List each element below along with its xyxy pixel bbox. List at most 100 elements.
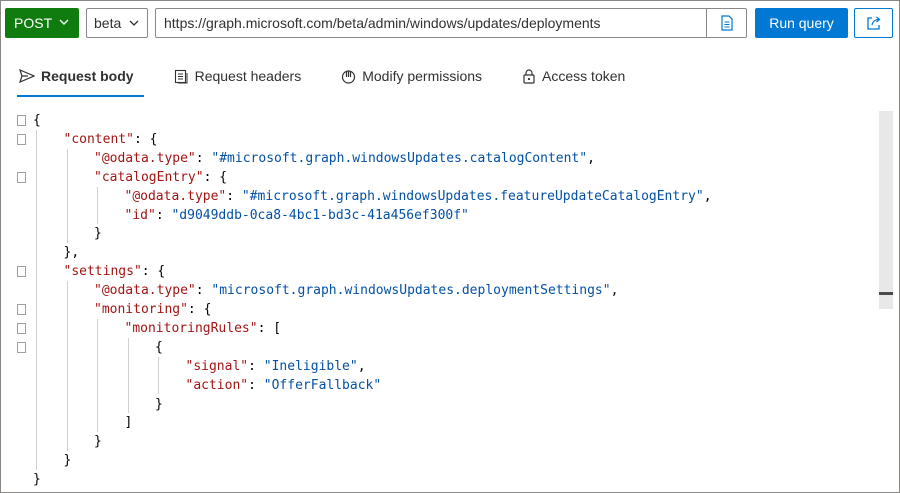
json-punct: : [248,377,264,393]
code-line: } [33,470,41,489]
request-url-input[interactable] [156,9,706,37]
json-key: "settings" [63,264,142,280]
tab-request-headers[interactable]: Request headers [164,57,312,95]
api-version-label: beta [94,15,122,31]
fold-toggle[interactable] [17,304,26,315]
json-punct: } [94,434,102,450]
indent-guide [158,356,159,395]
http-method-label: POST [14,15,53,31]
fold-toggle[interactable] [17,341,26,353]
code-line: "id": "d9049ddb-0ca8-4bc1-bd3c-41a456ef3… [125,206,469,225]
code-line: "monitoring": { [94,300,211,319]
indent-guide [97,186,98,225]
share-button[interactable] [854,8,893,38]
json-string: "microsoft.graph.windowsUpdates.deployme… [211,283,611,299]
json-punct: : [ [257,320,282,336]
chevron-down-icon [129,20,139,26]
chevron-down-icon [59,19,69,25]
indent-guide [127,337,129,414]
code-line: "content": { [64,130,158,149]
code-line: "catalogEntry": { [94,168,227,187]
json-punct: { [155,339,163,355]
json-string: "#microsoft.graph.windowsUpdates.catalog… [211,150,588,166]
json-punct: } [63,453,72,469]
fold-toggle[interactable] [17,133,26,145]
json-key: "@odata.type" [94,283,196,299]
code-line: } [94,432,102,451]
indent-guide [36,129,37,471]
fold-toggle[interactable] [17,171,26,183]
json-key: "id" [124,207,156,223]
code-line: } [64,451,72,470]
indent-guide [66,148,68,244]
json-key: "monitoringRules" [124,320,258,336]
fold-toggle[interactable] [17,322,26,334]
permissions-icon [342,70,356,84]
json-punct: } [94,226,102,242]
tab-request-body[interactable]: Request body [9,57,144,97]
json-key: "signal" [185,358,249,374]
code-line: "action": "OfferFallback" [186,376,382,395]
json-punct: : { [203,169,228,185]
tab-label: Request headers [194,68,302,84]
editor-scroll-thumb[interactable] [879,292,893,295]
json-punct: ] [124,415,133,431]
tab-access-token[interactable]: Access token [512,57,635,95]
lock-icon [523,69,535,84]
json-punct: : { [141,264,166,280]
share-icon [866,16,881,30]
json-key: "content" [63,131,134,147]
json-punct: : [195,283,212,299]
document-icon [720,15,733,31]
json-punct: } [33,472,41,488]
json-punct: { [33,113,41,128]
json-punct: , [587,150,595,166]
run-query-button[interactable]: Run query [755,8,848,38]
api-version-dropdown[interactable]: beta [86,8,148,38]
code-line: "@odata.type": "#microsoft.graph.windows… [94,149,595,168]
fold-toggle[interactable] [17,115,26,126]
tab-label: Modify permissions [362,68,483,84]
json-punct: : { [133,131,158,147]
code-line: ] [125,413,133,432]
code-line: }, [64,243,80,262]
json-punct: , [357,358,366,374]
code-line: "@odata.type": "microsoft.graph.windowsU… [94,281,618,300]
json-key: "catalogEntry" [94,169,204,185]
json-string: "d9049ddb-0ca8-4bc1-bd3c-41a456ef300f" [171,207,469,223]
tab-modify-permissions[interactable]: Modify permissions [331,57,492,95]
request-body-editor[interactable]: {"content": {"@odata.type": "#microsoft.… [13,111,893,489]
tab-label: Request body [41,68,134,84]
send-icon [19,69,35,83]
code-line: "@odata.type": "#microsoft.graph.windows… [125,187,712,206]
http-method-dropdown[interactable]: POST [5,8,79,38]
indent-guide [66,281,68,452]
fold-toggle[interactable] [17,266,26,278]
code-line: } [155,395,163,414]
indent-guide [97,318,98,433]
json-punct: : [248,358,264,374]
json-punct: : [195,150,212,166]
code-line: "settings": { [64,262,166,281]
documentation-button[interactable] [706,9,746,37]
code-line: } [94,224,102,243]
json-string: "OfferFallback" [263,377,382,393]
json-punct: , [610,283,619,299]
request-url-field [155,8,747,38]
headers-icon [174,69,188,83]
json-string: "#microsoft.graph.windowsUpdates.feature… [241,188,704,204]
json-key: "@odata.type" [124,188,227,204]
json-key: "@odata.type" [94,150,196,166]
json-punct: , [703,188,712,204]
json-string: "Ineligible" [263,358,358,374]
json-punct: } [155,396,163,412]
json-key: "action" [185,377,249,393]
json-punct: : { [187,302,212,317]
json-punct: }, [63,245,80,261]
request-tabs: Request body Request headers Modify perm… [9,57,655,97]
json-punct: : [155,207,172,223]
graph-explorer-panel: POST beta Run query Request body Req [0,0,900,493]
code-line: "signal": "Ineligible", [186,357,366,376]
editor-scrollbar[interactable] [879,111,893,309]
json-key: "monitoring" [94,302,188,317]
